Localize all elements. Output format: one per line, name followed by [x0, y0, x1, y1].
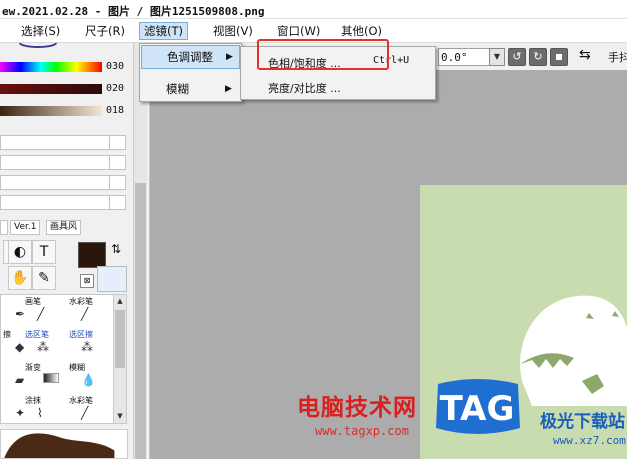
title-bar: ew.2021.02.28 - 图片 / 图片1251509808.png — [0, 0, 627, 19]
brush-palette-scroll-thumb[interactable] — [115, 310, 125, 368]
rotation-angle-value: 0.0° — [441, 51, 468, 64]
brush-density-field[interactable] — [0, 155, 126, 170]
chip-left[interactable] — [0, 220, 8, 235]
hue-slider[interactable] — [0, 62, 102, 72]
brush-slot-selection-pen[interactable]: 选区笔 ⁂ — [23, 328, 65, 358]
value-slider[interactable] — [0, 106, 102, 116]
paint-style-chip[interactable]: 画具风 — [46, 220, 82, 235]
hand-tool-icon[interactable]: ✋ — [8, 266, 32, 290]
brush-slot-watercolor-2[interactable]: 水彩笔 ╱ — [67, 394, 109, 423]
brush-slot-blur[interactable]: 模糊 💧 — [67, 361, 109, 391]
lasso-tool-icon[interactable]: ◐ — [8, 240, 32, 264]
rotate-left-icon[interactable]: ↺ — [508, 48, 526, 66]
left-tool-panel: 030 020 018 Ver.1 画具风 ◆ ◐ T ✋ ✎ ⇅ ⊠ — [0, 43, 150, 459]
brush-slot-brush[interactable]: 画笔 ╱ — [23, 295, 53, 325]
eyedropper-tool-icon[interactable]: ✎ — [32, 266, 56, 290]
transparent-color-icon[interactable]: ⊠ — [80, 274, 94, 288]
dinosaur-doodle — [520, 295, 627, 406]
watermark-tag-logo: TAG — [430, 378, 525, 438]
brush-slot-gradient[interactable]: 渐变 — [23, 361, 59, 391]
secondary-color-swatch[interactable] — [97, 266, 127, 292]
reset-rotation-icon[interactable] — [550, 48, 568, 66]
angle-dropdown-button[interactable]: ▼ — [489, 48, 505, 66]
swap-colors-icon[interactable]: ⇅ — [111, 242, 121, 256]
app-window: ew.2021.02.28 - 图片 / 图片1251509808.png 选择… — [0, 0, 627, 459]
smudge-icon: ⌇ — [37, 406, 43, 420]
watermark-brand: 极光下载站 — [540, 412, 625, 432]
menu-item-color-adjust[interactable]: 色调调整 ▶ — [141, 45, 240, 69]
menu-select[interactable]: 选择(S) — [17, 22, 64, 40]
watermark-brand-url: www.xz7.com — [553, 434, 626, 447]
brush-slot-selection-eraser[interactable]: 选区擦 ⁂ — [67, 328, 109, 358]
highlight-annotation-box — [257, 39, 389, 70]
menu-window[interactable]: 窗口(W) — [273, 22, 324, 40]
submenu-arrow-icon: ▶ — [225, 84, 232, 94]
scroll-up-icon[interactable]: ▲ — [114, 295, 126, 308]
scroll-down-icon[interactable]: ▼ — [114, 410, 126, 423]
brush-palette-scrollbar[interactable]: ▲ ▼ — [113, 294, 127, 424]
menu-item-brightness-contrast[interactable]: 亮度/对比度 ... — [268, 80, 341, 96]
brush-texture-field[interactable] — [0, 195, 126, 210]
version-chip[interactable]: Ver.1 — [10, 220, 41, 235]
menu-filter[interactable]: 滤镜(T) — [139, 22, 188, 40]
submenu-arrow-icon: ▶ — [226, 52, 233, 62]
saturation-slider[interactable] — [0, 84, 102, 94]
navigator-thumbnail — [19, 43, 57, 48]
text-tool-icon[interactable]: T — [32, 240, 56, 264]
left-panel-scrollbar[interactable] — [133, 43, 147, 459]
brush-size-field[interactable] — [0, 135, 126, 150]
filter-dropdown-menu: 色调调整 ▶ 模糊 ▶ — [139, 43, 242, 102]
hue-value: 030 — [106, 61, 125, 72]
brush-palette: ✒ 画笔 ╱ 水彩笔 ╱ 擦 ◆ 选区笔 ⁂ 选区擦 ⁂ ▰ 渐变 模糊 💧 ✦… — [0, 294, 116, 424]
watercolor-brush-icon: ╱ — [81, 406, 89, 420]
flip-horizontal-icon[interactable]: ⇆ — [579, 47, 591, 63]
watermark-tag-text: TAG — [440, 389, 515, 429]
gradient-icon — [43, 373, 59, 383]
menu-ruler[interactable]: 尺子(R) — [81, 22, 129, 40]
brush-slot-watercolor[interactable]: 水彩笔 ╱ — [67, 295, 109, 325]
brush-icon: ╱ — [37, 307, 45, 321]
window-title: ew.2021.02.28 - 图片 / 图片1251509808.png — [2, 5, 265, 18]
brush-shape-field[interactable] — [0, 175, 126, 190]
canvas-toolbar: 0.0° ▼ ↺ ↻ ⇆ 手抖 — [438, 43, 627, 70]
value-value: 018 — [106, 105, 125, 116]
watercolor-brush-icon: ╱ — [81, 307, 89, 321]
menu-view[interactable]: 视图(V) — [209, 22, 257, 40]
blur-drop-icon: 💧 — [81, 373, 96, 387]
menu-item-blur[interactable]: 模糊 ▶ — [141, 77, 240, 101]
primary-color-swatch[interactable] — [78, 242, 106, 268]
saturation-value: 020 — [106, 83, 125, 94]
watermark-site-url: www.tagxp.com — [315, 424, 409, 438]
left-panel-scroll-thumb[interactable] — [135, 183, 146, 459]
menu-other[interactable]: 其他(O) — [337, 22, 386, 40]
stabilizer-label: 手抖 — [608, 51, 627, 64]
selection-eraser-icon: ⁂ — [81, 340, 93, 354]
brush-slot-smudge[interactable]: 涂抹 ⌇ — [23, 394, 53, 423]
selection-pen-icon: ⁂ — [37, 340, 49, 354]
brush-stroke-preview — [0, 429, 128, 459]
watermark-site-name: 电脑技术网 — [297, 395, 417, 421]
rotate-right-icon[interactable]: ↻ — [529, 48, 547, 66]
